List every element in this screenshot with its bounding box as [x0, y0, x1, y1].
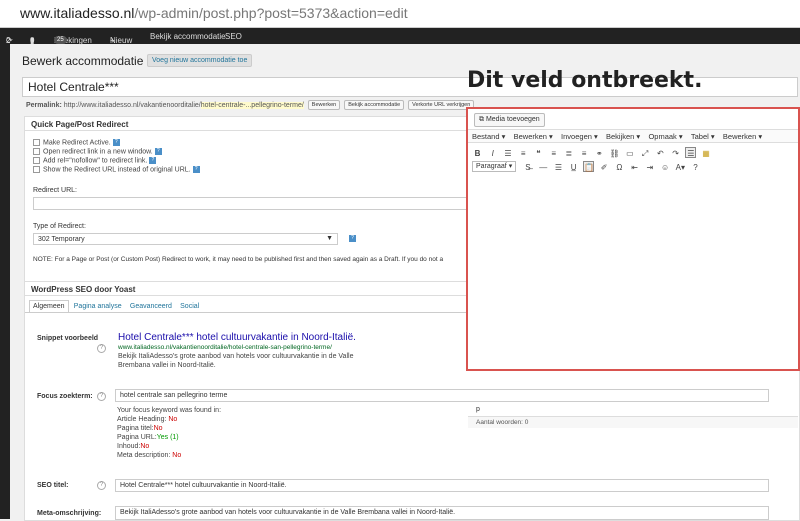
editor-content-area[interactable]: p Aantal woorden: 0 — [468, 176, 798, 432]
fullscreen-icon[interactable]: ⤢ — [640, 148, 651, 159]
indent-icon[interactable]: ⇥ — [644, 162, 655, 173]
new-window-checkbox[interactable] — [33, 148, 40, 155]
redirect-url-label: Redirect URL: — [33, 187, 77, 194]
menu-bestand[interactable]: Bestand ▾ — [472, 132, 505, 141]
menu-invoegen[interactable]: Invoegen ▾ — [561, 132, 598, 141]
bold-icon[interactable]: B — [472, 148, 483, 159]
help-icon[interactable]: ? — [97, 392, 106, 401]
editor-menubar: Bestand ▾ Bewerken ▾ Invoegen ▾ Bekijken… — [468, 129, 798, 143]
help-icon[interactable]: ? — [112, 139, 120, 146]
chevron-down-icon: ▼ — [326, 235, 333, 242]
help-icon[interactable]: ? — [192, 166, 200, 173]
tab-social[interactable]: Social — [177, 301, 202, 312]
editor-toolbar-2: Paragraaf ▾ S̶ — ☰ U̲ 📋 ✐ Ω ⇤ ⇥ ☺ A▾ ? — [472, 161, 703, 173]
link-icon[interactable]: ⚭ — [594, 148, 605, 159]
annotation-text: Dit veld ontbreekt. — [467, 68, 703, 93]
redo-icon[interactable]: ↷ — [670, 148, 681, 159]
word-count: Aantal woorden: 0 — [468, 416, 798, 428]
meta-description-label: Meta-omschrijving: — [37, 510, 102, 517]
tab-pagina-analyse[interactable]: Pagina analyse — [71, 301, 125, 312]
menu-opmaak[interactable]: Opmaak ▾ — [648, 132, 682, 141]
menu-tabel[interactable]: Tabel ▾ — [691, 132, 715, 141]
redirect-url-input[interactable] — [33, 197, 489, 210]
page-title: Bewerk accommodatie — [22, 54, 144, 68]
underline-icon[interactable]: U̲ — [568, 162, 579, 173]
admin-sidebar — [0, 44, 10, 519]
tab-algemeen[interactable]: Algemeen — [29, 300, 69, 312]
show-redirect-row[interactable]: Show the Redirect URL instead of origina… — [33, 166, 200, 173]
editor-path: p — [476, 406, 480, 413]
snippet-description: Bekijk ItaliAdesso's grote aanbod van ho… — [118, 353, 354, 369]
editor-toolbar-1: B I ☰ ≡ ❝ ≡ ≣ ≡ ⚭ ⛓ ▭ ⤢ ↶ ↷ ☰ ▦ — [472, 147, 714, 159]
media-icon: ⧉ — [479, 116, 484, 123]
strikethrough-icon[interactable]: S̶ — [522, 162, 533, 173]
redirect-type-select[interactable]: 302 Temporary ▼ — [33, 233, 338, 245]
toolbar-toggle-icon[interactable]: ☰ — [685, 147, 697, 158]
quick-redirect-title: Quick Page/Post Redirect — [25, 117, 493, 131]
align-right-icon[interactable]: ≡ — [579, 148, 590, 159]
quote-icon[interactable]: ❝ — [533, 148, 544, 159]
add-media-button[interactable]: ⧉ Media toevoegen — [474, 113, 545, 127]
snippet-url: www.italiadesso.nl/vakantienoorditalie/h… — [118, 344, 332, 351]
view-accommodation-button[interactable]: Bekijk accommodatie — [344, 100, 405, 110]
nofollow-checkbox[interactable] — [33, 157, 40, 164]
horizontal-line-icon[interactable]: — — [538, 162, 549, 173]
focus-keyword-results: Your focus keyword was found in: Article… — [117, 407, 222, 459]
browser-url-bar[interactable]: www.italiadesso.nl/wp-admin/post.php?pos… — [0, 0, 800, 28]
undo-icon[interactable]: ↶ — [655, 148, 666, 159]
help-icon[interactable]: ? — [97, 344, 106, 353]
redirect-active-checkbox[interactable] — [33, 139, 40, 146]
new-window-row[interactable]: Open redirect link in a new window.? — [33, 148, 162, 155]
help-icon[interactable]: ? — [149, 157, 157, 164]
permalink-slug[interactable]: hotel-centrale-...pellegrino-terme/ — [200, 101, 304, 109]
content-editor: ⧉ Media toevoegen Bestand ▾ Bewerken ▾ I… — [466, 107, 800, 428]
clear-format-icon[interactable]: ✐ — [599, 162, 610, 173]
admin-bar: ⟳ 2 ▮ 0 Boekingen 25 + Nieuw Bekijk acco… — [0, 28, 800, 45]
url-text[interactable]: www.italiadesso.nl/wp-admin/post.php?pos… — [20, 5, 408, 21]
align-left-icon[interactable]: ≡ — [548, 148, 559, 159]
menu-bewerken[interactable]: Bewerken ▾ — [514, 132, 553, 141]
justify-icon[interactable]: ☰ — [553, 162, 564, 173]
tab-geavanceerd[interactable]: Geavanceerd — [127, 301, 175, 312]
unlink-icon[interactable]: ⛓ — [609, 148, 620, 159]
nofollow-row[interactable]: Add rel="nofollow" to redirect link.? — [33, 157, 157, 164]
text-color-icon[interactable]: A▾ — [675, 162, 686, 173]
permalink-row: Permalink: http://www.italiadesso.nl/vak… — [26, 100, 475, 110]
special-plugin-icon[interactable]: ▦ — [701, 148, 712, 159]
help-icon[interactable]: ? — [154, 148, 162, 155]
seo-title-input[interactable]: Hotel Centrale*** hotel cultuurvakantie … — [115, 479, 769, 492]
menu-bewerken-2[interactable]: Bewerken ▾ — [723, 132, 762, 141]
help-icon[interactable]: ? — [690, 162, 701, 173]
seo-tabs: Algemeen Pagina analyse Geavanceerd Soci… — [29, 300, 202, 312]
menu-bekijken[interactable]: Bekijken ▾ — [606, 132, 640, 141]
redirect-active-row[interactable]: Make Redirect Active.? — [33, 139, 120, 146]
snippet-label: Snippet voorbeeld — [37, 335, 99, 342]
redirect-type-label: Type of Redirect: — [33, 223, 86, 230]
italic-icon[interactable]: I — [487, 148, 498, 159]
special-char-icon[interactable]: Ω — [614, 162, 625, 173]
view-accommodation-item[interactable]: Bekijk accommodatie — [150, 32, 226, 41]
meta-description-input[interactable]: Bekijk ItaliAdesso's grote aanbod van ho… — [115, 506, 769, 520]
snippet-title: Hotel Centrale*** hotel cultuurvakantie … — [118, 332, 356, 343]
short-url-button[interactable]: Verkorte URL verkrijgen — [408, 100, 475, 110]
paste-text-icon[interactable]: 📋 — [583, 161, 595, 172]
help-icon[interactable]: ? — [97, 481, 106, 490]
numbered-list-icon[interactable]: ≡ — [518, 148, 529, 159]
align-center-icon[interactable]: ≣ — [563, 148, 574, 159]
focus-keyword-label: Focus zoekterm: — [37, 393, 93, 400]
help-icon[interactable]: ? — [349, 235, 356, 242]
seo-title-label: SEO titel: — [37, 482, 69, 489]
seo-item[interactable]: SEO — [225, 32, 242, 41]
add-new-button[interactable]: Voeg nieuw accommodatie toe — [147, 54, 253, 67]
more-tag-icon[interactable]: ▭ — [624, 148, 635, 159]
format-select[interactable]: Paragraaf ▾ — [472, 161, 517, 172]
redirect-note: NOTE: For a Page or Post (or Custom Post… — [33, 256, 444, 263]
bookings-badge: 25 — [54, 36, 67, 44]
bullet-list-icon[interactable]: ☰ — [502, 148, 513, 159]
show-redirect-checkbox[interactable] — [33, 166, 40, 173]
emoji-icon[interactable]: ☺ — [660, 162, 671, 173]
outdent-icon[interactable]: ⇤ — [629, 162, 640, 173]
edit-permalink-button[interactable]: Bewerken — [307, 100, 341, 110]
